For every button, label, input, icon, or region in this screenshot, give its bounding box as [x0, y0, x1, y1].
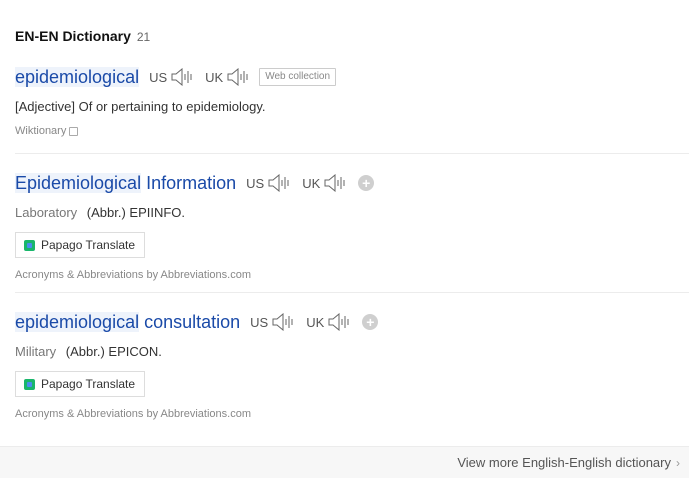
speaker-icon[interactable]: [272, 313, 296, 331]
definition-text: (Abbr.) EPICON.: [65, 344, 162, 359]
pronunciation-uk: UK: [205, 68, 251, 86]
papago-icon: [24, 378, 35, 390]
entry-epidemiological-information: Epidemiological Information US UK + Labo…: [15, 172, 689, 281]
pron-us-label: US: [149, 69, 168, 85]
view-more-link[interactable]: View more English-English dictionary ›: [457, 455, 680, 470]
source: Wiktionary: [15, 125, 689, 137]
pronunciation-uk: UK: [302, 174, 348, 192]
plus-icon[interactable]: +: [362, 314, 379, 330]
papago-translate-button[interactable]: Papago Translate: [15, 232, 146, 258]
section-title-text: EN-EN Dictionary: [15, 28, 131, 44]
headword-link[interactable]: epidemiological consultation: [15, 311, 240, 333]
part-of-speech: [Adjective]: [15, 99, 75, 114]
view-more-label: View more English-English dictionary: [457, 455, 671, 470]
pronunciation-uk: UK: [306, 313, 352, 331]
translate-label: Papago Translate: [41, 238, 136, 252]
pron-uk-label: UK: [302, 175, 321, 191]
pron-uk-label: UK: [205, 69, 224, 85]
pron-uk-label: UK: [306, 314, 325, 330]
entry-epidemiological-consultation: epidemiological consultation US UK + Mil…: [15, 311, 689, 420]
source: Acronyms & Abbreviations by Abbreviation…: [15, 408, 689, 420]
category-label: Laboratory: [15, 205, 78, 220]
entry-count: 21: [136, 30, 151, 44]
headword-link[interactable]: Epidemiological Information: [15, 172, 236, 194]
speaker-icon[interactable]: [171, 68, 195, 86]
pronunciation-us: US: [149, 68, 195, 86]
definition-text: (Abbr.) EPIINFO.: [86, 205, 186, 220]
papago-translate-button[interactable]: Papago Translate: [15, 371, 146, 397]
source-label[interactable]: Wiktionary: [15, 125, 66, 137]
speaker-icon[interactable]: [227, 68, 251, 86]
headword-link[interactable]: epidemiological: [15, 66, 140, 88]
source: Acronyms & Abbreviations by Abbreviation…: [15, 269, 689, 281]
definition: Laboratory (Abbr.) EPIINFO.: [15, 205, 689, 220]
papago-icon: [24, 239, 35, 251]
divider: [15, 292, 689, 293]
definition-text: Of or pertaining to epidemiology.: [78, 99, 266, 114]
divider: [15, 153, 689, 154]
speaker-icon[interactable]: [268, 174, 292, 192]
section-title: EN-EN Dictionary 21: [15, 28, 150, 44]
chevron-right-icon: ›: [676, 455, 680, 470]
footer: View more English-English dictionary ›: [0, 446, 689, 478]
source-label[interactable]: Acronyms & Abbreviations by Abbreviation…: [15, 269, 251, 281]
entry-epidemiological: epidemiological US UK Web collection [Ad…: [15, 66, 689, 137]
speaker-icon[interactable]: [328, 313, 352, 331]
entry-head: epidemiological US UK Web collection: [15, 66, 689, 88]
web-collection-tag[interactable]: Web collection: [259, 68, 337, 86]
pronunciation-us: US: [246, 174, 292, 192]
source-label[interactable]: Acronyms & Abbreviations by Abbreviation…: [15, 408, 251, 420]
plus-icon[interactable]: +: [358, 175, 375, 191]
checkbox-icon[interactable]: [69, 126, 79, 136]
speaker-icon[interactable]: [324, 174, 348, 192]
definition: Military (Abbr.) EPICON.: [15, 344, 689, 359]
entry-head: Epidemiological Information US UK +: [15, 172, 689, 194]
pronunciation-us: US: [250, 313, 296, 331]
pron-us-label: US: [246, 175, 265, 191]
category-label: Military: [15, 344, 57, 359]
definition: [Adjective] Of or pertaining to epidemio…: [15, 99, 689, 114]
entry-head: epidemiological consultation US UK +: [15, 311, 689, 333]
translate-label: Papago Translate: [41, 377, 136, 391]
pron-us-label: US: [250, 314, 269, 330]
